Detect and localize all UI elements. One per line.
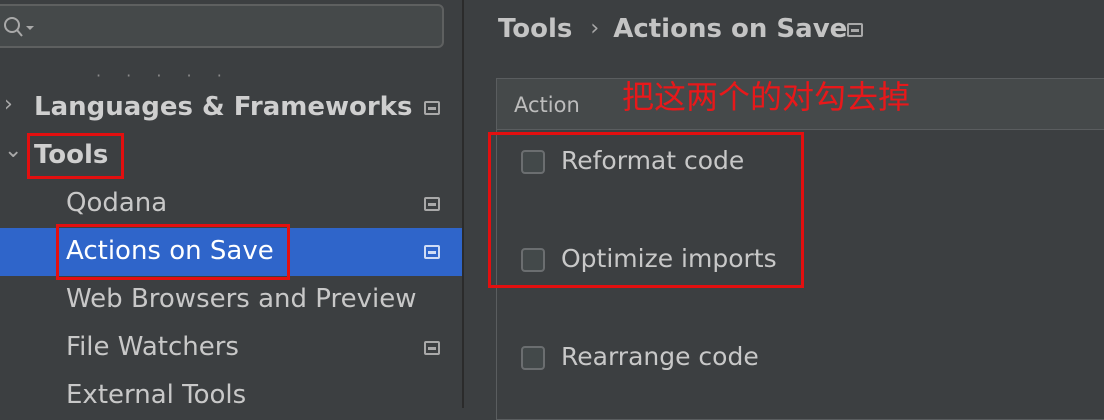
- breadcrumb-parent[interactable]: Tools: [498, 14, 572, 44]
- chevron-right-icon[interactable]: ›: [4, 92, 13, 117]
- sidebar-item-label: File Watchers: [66, 332, 239, 362]
- search-icon: [4, 17, 34, 37]
- rearrange-code-checkbox[interactable]: [521, 346, 545, 370]
- breadcrumb: Tools › Actions on Save: [498, 14, 847, 44]
- sidebar-item-label: Languages & Frameworks: [34, 92, 413, 122]
- breadcrumb-separator: ›: [590, 16, 600, 41]
- breadcrumb-current: Actions on Save: [613, 14, 848, 44]
- sidebar-item-qodana[interactable]: Qodana: [0, 180, 462, 228]
- chevron-down-icon[interactable]: ⌄: [4, 138, 22, 163]
- annotation-text: 把这两个的对勾去掉: [622, 78, 911, 116]
- checkbox-label[interactable]: Rearrange code: [561, 342, 759, 371]
- project-settings-icon: [424, 101, 440, 115]
- search-input[interactable]: [0, 4, 444, 48]
- project-settings-icon: [424, 245, 440, 259]
- column-header-action: Action: [514, 93, 580, 117]
- project-settings-icon: [424, 197, 440, 211]
- project-settings-icon: [424, 341, 440, 355]
- clipped-row: · · · · ·: [96, 66, 232, 85]
- highlight-box-actions-on-save: [56, 224, 290, 280]
- sidebar-item-external-tools[interactable]: External Tools: [0, 372, 462, 420]
- sidebar-item-web-browsers[interactable]: Web Browsers and Preview: [0, 276, 462, 324]
- sidebar-item-label: Qodana: [66, 188, 168, 218]
- sidebar-item-file-watchers[interactable]: File Watchers: [0, 324, 462, 372]
- highlight-box-checkboxes: [488, 132, 804, 288]
- highlight-box-tools: [27, 133, 124, 179]
- settings-content: Tools › Actions on Save Action Reformat co…: [464, 0, 1104, 420]
- settings-sidebar: · · · · · › Languages & Frameworks ⌄ Too…: [0, 0, 462, 410]
- sidebar-item-languages-frameworks[interactable]: › Languages & Frameworks: [0, 84, 462, 132]
- sidebar-item-label: External Tools: [66, 380, 247, 410]
- project-settings-icon: [847, 23, 863, 37]
- sidebar-item-label: Web Browsers and Preview: [66, 284, 417, 314]
